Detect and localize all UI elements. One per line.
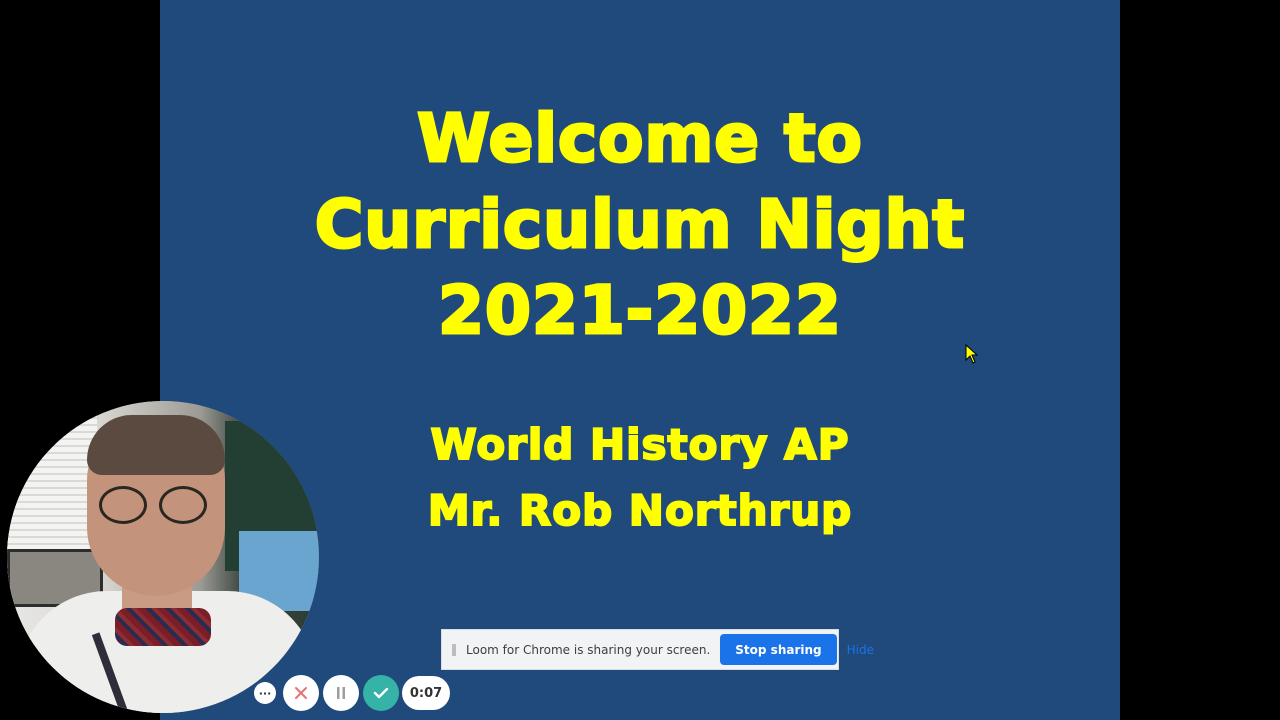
title-line-2: Curriculum Night bbox=[313, 185, 966, 265]
title-line-1: Welcome to bbox=[416, 99, 864, 179]
share-status-text: Loom for Chrome is sharing your screen. bbox=[466, 642, 711, 657]
recording-timer: 0:07 bbox=[402, 676, 450, 710]
check-icon bbox=[373, 687, 389, 699]
mouse-cursor-icon bbox=[965, 344, 979, 364]
drag-handle-icon[interactable] bbox=[452, 643, 456, 656]
more-options-button[interactable]: ··· bbox=[254, 682, 276, 704]
pause-icon bbox=[337, 687, 345, 699]
slide-title: Welcome to Curriculum Night 2021-2022 bbox=[160, 96, 1120, 354]
screen-share-bar: Loom for Chrome is sharing your screen. … bbox=[441, 629, 874, 670]
webcam-bubble[interactable] bbox=[7, 401, 319, 713]
pause-recording-button[interactable] bbox=[323, 675, 359, 711]
close-icon bbox=[295, 687, 307, 699]
bow-tie bbox=[115, 608, 211, 646]
hide-link[interactable]: Hide bbox=[847, 643, 874, 657]
stop-sharing-button[interactable]: Stop sharing bbox=[720, 634, 837, 665]
finish-recording-button[interactable] bbox=[363, 675, 399, 711]
more-icon: ··· bbox=[258, 686, 272, 700]
title-line-3: 2021-2022 bbox=[437, 271, 843, 351]
cancel-recording-button[interactable] bbox=[283, 675, 319, 711]
